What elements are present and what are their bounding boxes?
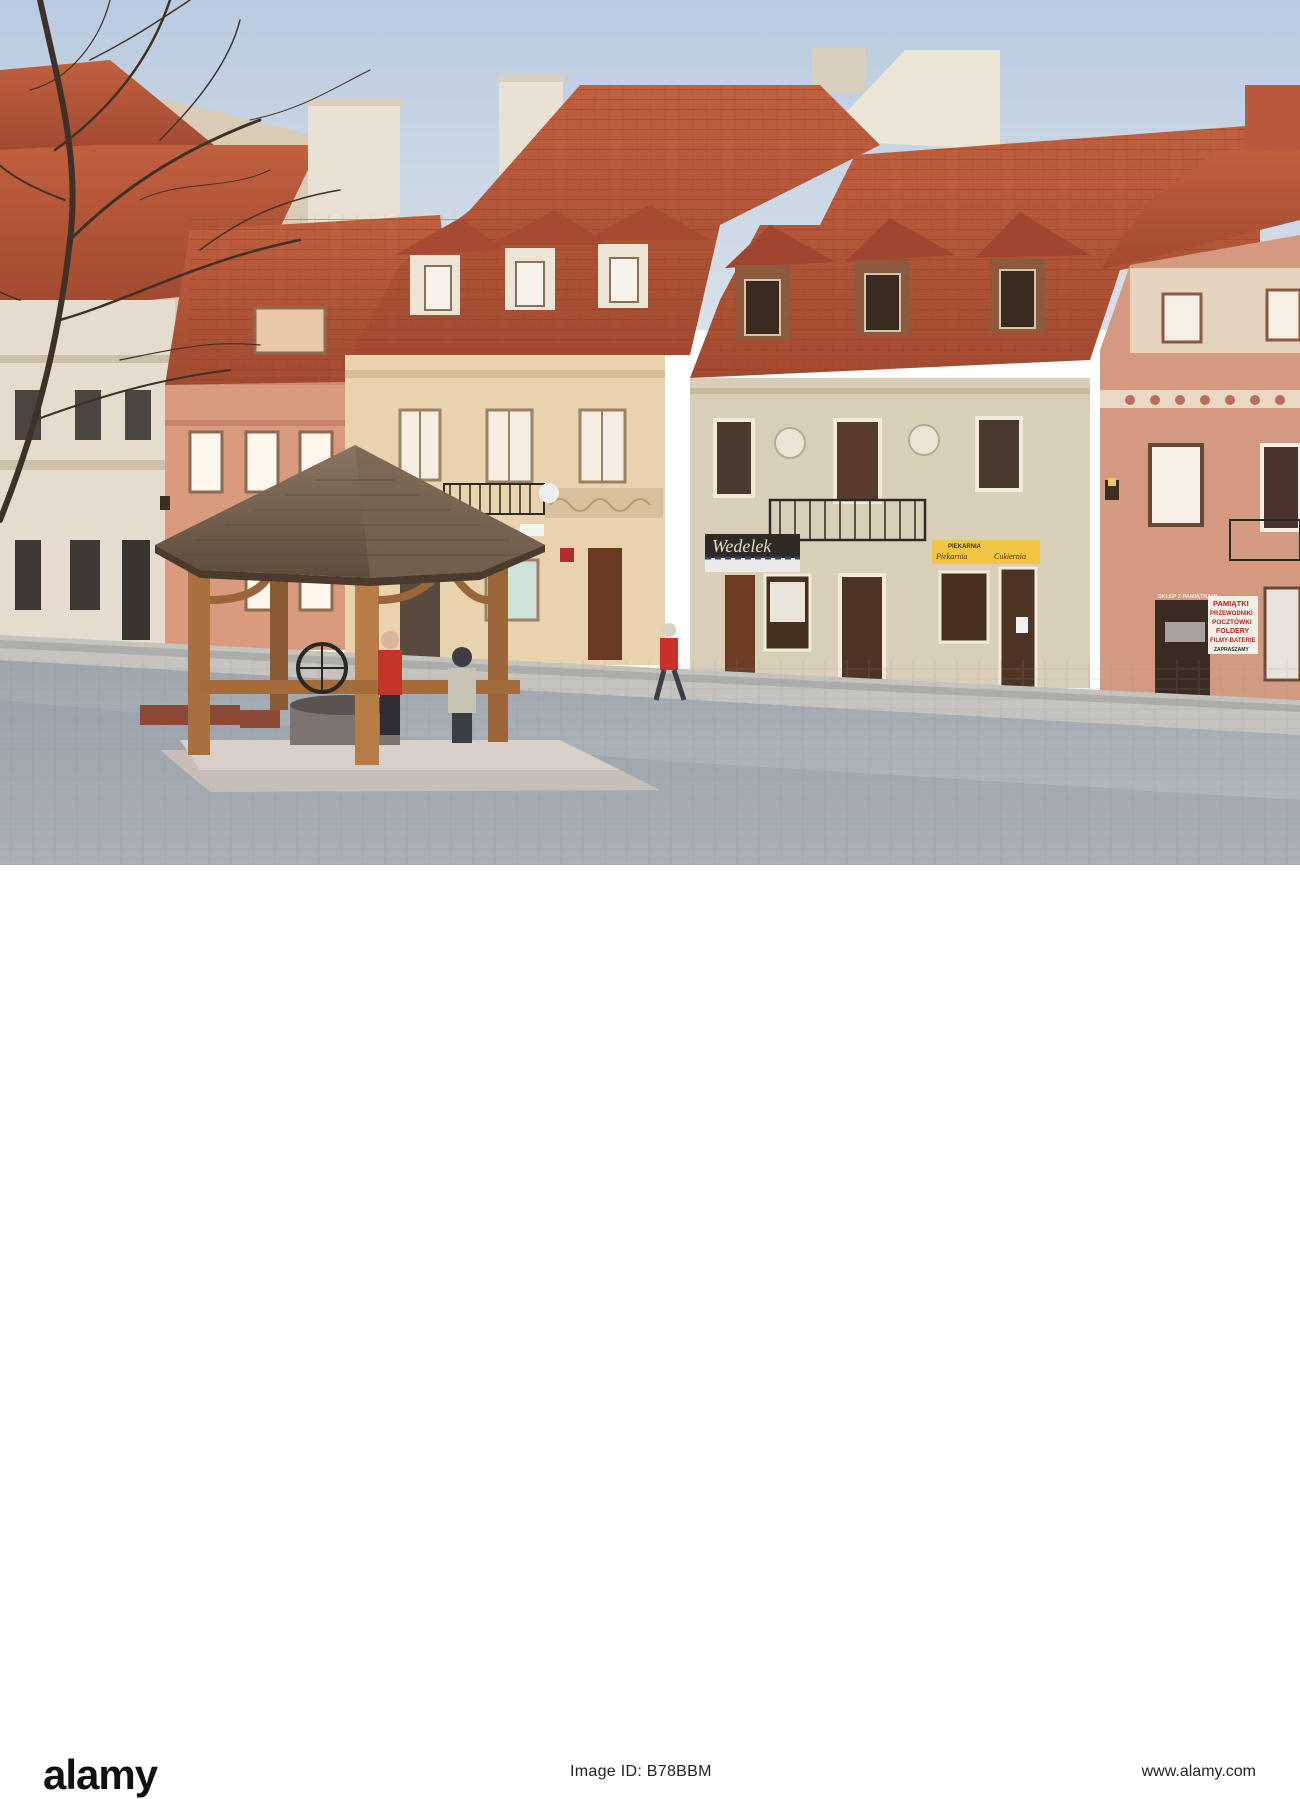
svg-text:POCZTÓWKI: POCZTÓWKI (1212, 617, 1252, 626)
bakery-sign-text: Wedelek (712, 536, 772, 556)
dormer-windows-right (725, 212, 1090, 340)
image-id-label: Image ID: B78BBM (570, 1763, 712, 1780)
svg-text:alamy: alamy (43, 1753, 159, 1798)
building-beige: Wedelek PIEKARNIA Piekarnia Cukiernia (690, 378, 1090, 690)
svg-text:Cukiernia: Cukiernia (994, 552, 1026, 561)
svg-text:ZAPRASZAMY: ZAPRASZAMY (1214, 647, 1249, 653)
svg-text:PRZEWODNIKI: PRZEWODNIKI (1210, 611, 1253, 617)
website-label: www.alamy.com (1141, 1763, 1256, 1780)
photo: Wedelek PIEKARNIA Piekarnia Cukiernia SK… (0, 0, 1300, 865)
watermark-banner: alamy Image ID: B78BBM www.alamy.com (0, 865, 1300, 1798)
alamy-logo: alamy (43, 1753, 160, 1798)
svg-text:PAMIĄTKI: PAMIĄTKI (1213, 599, 1249, 608)
svg-text:PIEKARNIA: PIEKARNIA (948, 544, 982, 550)
svg-text:Piekarnia: Piekarnia (935, 552, 968, 561)
svg-text:FOLDERY: FOLDERY (1216, 628, 1250, 635)
svg-text:FILMY-BATERIE: FILMY-BATERIE (1210, 638, 1256, 644)
